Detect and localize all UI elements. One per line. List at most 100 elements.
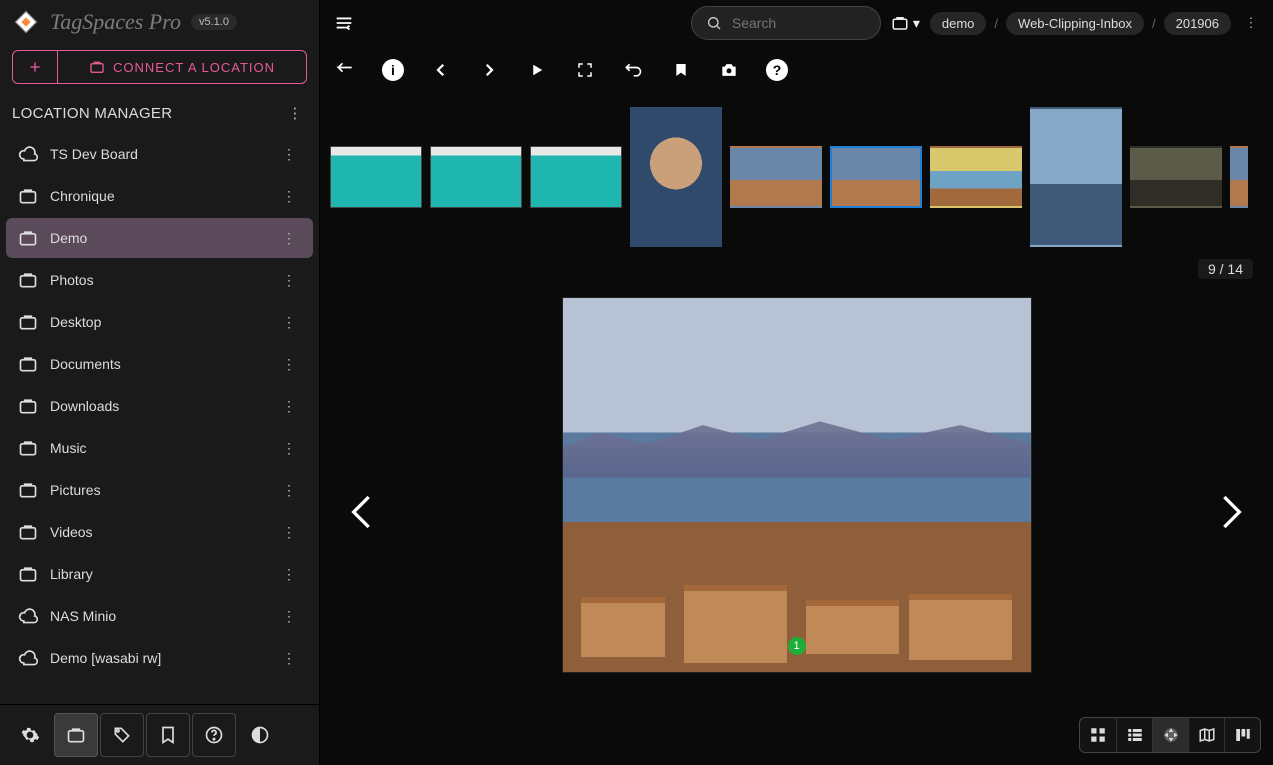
location-manager-header: LOCATION MANAGER ⋮ bbox=[0, 94, 319, 132]
location-menu-icon[interactable]: ⋮ bbox=[277, 188, 301, 205]
location-label: Documents bbox=[50, 356, 121, 372]
location-item[interactable]: Downloads ⋮ bbox=[6, 386, 313, 426]
painting-placeholder bbox=[562, 297, 1032, 673]
thumbnail[interactable] bbox=[630, 107, 722, 247]
help-tab-button[interactable] bbox=[192, 713, 236, 757]
thumbnail[interactable] bbox=[930, 146, 1022, 208]
location-menu-icon[interactable]: ⋮ bbox=[277, 356, 301, 373]
prev-icon[interactable] bbox=[430, 59, 452, 81]
location-menu-icon[interactable]: ⋮ bbox=[277, 608, 301, 625]
brand: TagSpaces Pro v5.1.0 bbox=[0, 0, 319, 44]
location-menu-icon[interactable]: ⋮ bbox=[277, 398, 301, 415]
location-label: Chronique bbox=[50, 188, 115, 204]
breadcrumb-item[interactable]: demo bbox=[930, 12, 987, 35]
location-menu-icon[interactable]: ⋮ bbox=[277, 566, 301, 583]
topbar: ▾ demo / Web-Clipping-Inbox / 201906 ⋮ bbox=[320, 0, 1273, 46]
briefcase-icon bbox=[18, 354, 38, 374]
camera-icon[interactable] bbox=[718, 59, 740, 81]
location-manager-title: LOCATION MANAGER bbox=[12, 105, 172, 122]
main-image[interactable]: 1 bbox=[562, 297, 1032, 673]
location-label: Videos bbox=[50, 524, 93, 540]
map-view-button[interactable] bbox=[1188, 718, 1224, 752]
briefcase-icon bbox=[18, 312, 38, 332]
add-location-button[interactable] bbox=[13, 51, 58, 83]
location-menu-icon[interactable]: ⋮ bbox=[277, 440, 301, 457]
location-label: Desktop bbox=[50, 314, 101, 330]
thumbnail[interactable] bbox=[730, 146, 822, 208]
location-item[interactable]: Demo [wasabi rw] ⋮ bbox=[6, 638, 313, 678]
briefcase-icon bbox=[18, 228, 38, 248]
location-menu-icon[interactable]: ⋮ bbox=[277, 482, 301, 499]
location-item[interactable]: Pictures ⋮ bbox=[6, 470, 313, 510]
location-item[interactable]: Photos ⋮ bbox=[6, 260, 313, 300]
next-icon[interactable] bbox=[478, 59, 500, 81]
info-icon[interactable]: i bbox=[382, 59, 404, 81]
cloud-icon bbox=[18, 606, 38, 626]
sidebar-toolbar bbox=[0, 704, 319, 765]
thumbnail[interactable] bbox=[830, 146, 922, 208]
location-item[interactable]: Chronique ⋮ bbox=[6, 176, 313, 216]
kanban-view-button[interactable] bbox=[1224, 718, 1260, 752]
settings-button[interactable] bbox=[8, 713, 52, 757]
location-label: Demo [wasabi rw] bbox=[50, 650, 161, 666]
bookmarks-tab-button[interactable] bbox=[146, 713, 190, 757]
location-item[interactable]: Library ⋮ bbox=[6, 554, 313, 594]
thumbnail[interactable] bbox=[1130, 146, 1222, 208]
viewer-stage: 1 bbox=[320, 259, 1273, 765]
tags-tab-button[interactable] bbox=[100, 713, 144, 757]
theme-toggle-button[interactable] bbox=[238, 713, 282, 757]
breadcrumbs: demo / Web-Clipping-Inbox / 201906 ⋮ bbox=[930, 12, 1263, 35]
location-label: Demo bbox=[50, 230, 87, 246]
location-menu-icon[interactable]: ⋮ bbox=[277, 272, 301, 289]
breadcrumb-menu-icon[interactable]: ⋮ bbox=[1239, 15, 1263, 31]
viewer-toolbar: i ? bbox=[320, 46, 1273, 94]
list-view-button[interactable] bbox=[1116, 718, 1152, 752]
tag-count-badge[interactable]: 1 bbox=[788, 637, 806, 655]
app-version-badge: v5.1.0 bbox=[191, 14, 237, 30]
location-menu-icon[interactable]: ⋮ bbox=[277, 314, 301, 331]
location-menu-icon[interactable]: ⋮ bbox=[277, 524, 301, 541]
grid-view-button[interactable] bbox=[1080, 718, 1116, 752]
location-item[interactable]: TS Dev Board ⋮ bbox=[6, 134, 313, 174]
location-item[interactable]: Desktop ⋮ bbox=[6, 302, 313, 342]
help-icon[interactable]: ? bbox=[766, 59, 788, 81]
thumbnail[interactable] bbox=[530, 146, 622, 208]
locations-tab-button[interactable] bbox=[54, 713, 98, 757]
location-item[interactable]: Music ⋮ bbox=[6, 428, 313, 468]
location-item[interactable]: Demo ⋮ bbox=[6, 218, 313, 258]
search-box[interactable] bbox=[691, 6, 881, 40]
thumbnail[interactable] bbox=[330, 146, 422, 208]
redo-icon[interactable] bbox=[622, 59, 644, 81]
thumbnail[interactable] bbox=[1030, 107, 1122, 247]
breadcrumb-separator: / bbox=[1152, 16, 1156, 31]
briefcase-icon bbox=[18, 438, 38, 458]
app-logo-icon bbox=[12, 8, 40, 36]
play-icon[interactable] bbox=[526, 59, 548, 81]
thumbnail[interactable] bbox=[430, 146, 522, 208]
briefcase-icon bbox=[18, 270, 38, 290]
location-menu-icon[interactable]: ⋮ bbox=[277, 230, 301, 247]
thumbnail[interactable] bbox=[1230, 146, 1248, 208]
breadcrumb-item[interactable]: Web-Clipping-Inbox bbox=[1006, 12, 1144, 35]
fullscreen-icon[interactable] bbox=[574, 59, 596, 81]
location-menu-icon[interactable]: ⋮ bbox=[277, 146, 301, 163]
location-menu-icon[interactable]: ⋮ bbox=[277, 650, 301, 667]
prev-image-button[interactable] bbox=[342, 480, 382, 544]
next-image-button[interactable] bbox=[1211, 480, 1251, 544]
back-icon[interactable] bbox=[334, 59, 356, 81]
gallery-view-button[interactable] bbox=[1152, 718, 1188, 752]
connect-location-button[interactable]: CONNECT A LOCATION bbox=[58, 51, 306, 83]
location-manager-menu-icon[interactable]: ⋮ bbox=[283, 104, 307, 122]
location-item[interactable]: Videos ⋮ bbox=[6, 512, 313, 552]
briefcase-icon bbox=[18, 522, 38, 542]
search-input[interactable] bbox=[730, 14, 850, 32]
breadcrumb-item[interactable]: 201906 bbox=[1164, 12, 1231, 35]
view-mode-switch bbox=[1079, 717, 1261, 753]
location-dropdown[interactable]: ▾ bbox=[891, 14, 920, 32]
location-label: Library bbox=[50, 566, 93, 582]
bookmark-icon[interactable] bbox=[670, 59, 692, 81]
location-item[interactable]: NAS Minio ⋮ bbox=[6, 596, 313, 636]
location-item[interactable]: Documents ⋮ bbox=[6, 344, 313, 384]
toggle-sidebar-button[interactable] bbox=[330, 9, 358, 37]
app-name: TagSpaces Pro bbox=[50, 9, 181, 35]
